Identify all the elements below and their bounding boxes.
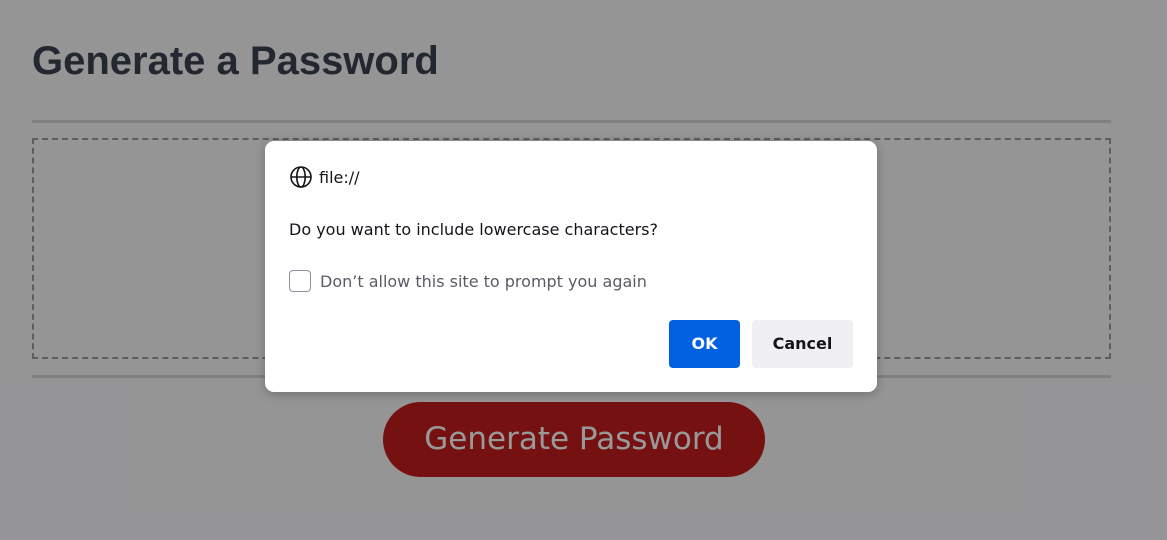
globe-icon bbox=[289, 165, 313, 189]
suppress-prompts-label[interactable]: Don’t allow this site to prompt you agai… bbox=[320, 272, 647, 291]
dialog-message: Do you want to include lowercase charact… bbox=[289, 220, 658, 239]
suppress-prompts-checkbox[interactable] bbox=[289, 270, 311, 292]
dialog-origin: file:// bbox=[289, 165, 360, 189]
prompt-dialog: file:// Do you want to include lowercase… bbox=[265, 141, 877, 392]
password-generator-page: Generate a Password Generate Password fi… bbox=[0, 0, 1167, 540]
cancel-button[interactable]: Cancel bbox=[752, 320, 853, 368]
dialog-origin-text: file:// bbox=[319, 167, 360, 187]
ok-button[interactable]: OK bbox=[669, 320, 740, 368]
suppress-prompts-row[interactable]: Don’t allow this site to prompt you agai… bbox=[289, 269, 647, 293]
